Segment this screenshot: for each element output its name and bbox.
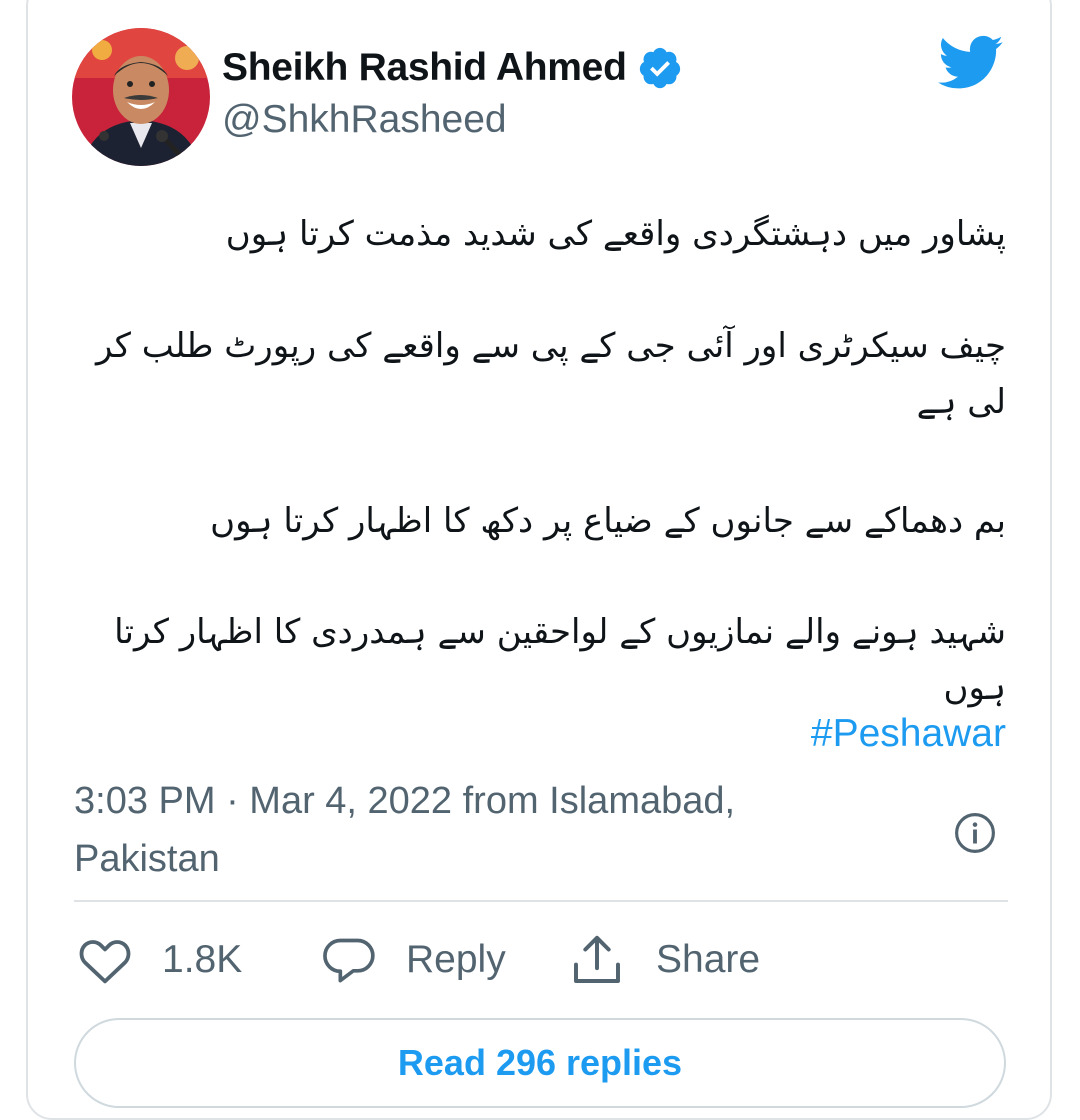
tweet-paragraph: پشاور میں دہشتگردی واقعے کی شدید مذمت کر… xyxy=(225,214,1006,254)
comment-icon xyxy=(323,938,375,983)
like-button[interactable]: 1.8K xyxy=(78,928,242,992)
info-icon[interactable] xyxy=(954,812,996,854)
share-icon xyxy=(574,935,620,983)
like-count: 1.8K xyxy=(162,938,243,981)
tweet-paragraph: شہید ہونے والے نمازیوں کے لواحقین سے ہمد… xyxy=(114,612,1006,708)
author-name[interactable]: Sheikh Rashid Ahmed xyxy=(222,46,627,90)
twitter-bird-icon xyxy=(938,35,1004,89)
verified-badge-icon xyxy=(639,47,680,89)
tweet-timestamp[interactable]: 3:03 PM · Mar 4, 2022 from Islamabad, Pa… xyxy=(74,772,854,888)
share-label: Share xyxy=(656,938,761,981)
reply-button[interactable]: Reply xyxy=(322,928,506,992)
reply-label: Reply xyxy=(406,938,506,981)
share-button[interactable]: Share xyxy=(568,928,760,992)
author-handle[interactable]: @ShkhRasheed xyxy=(222,98,507,142)
heart-icon xyxy=(79,940,131,984)
hashtag-link[interactable]: #Peshawar xyxy=(811,712,1006,756)
author-row: Sheikh Rashid Ahmed xyxy=(222,42,683,94)
read-replies-button[interactable]: Read 296 replies xyxy=(74,1018,1006,1108)
divider xyxy=(74,900,1008,902)
tweet-paragraph: چیف سیکرٹری اور آئی جی کے پی سے واقعے کی… xyxy=(96,326,1006,422)
avatar[interactable] xyxy=(72,28,210,166)
tweet-paragraph: بم دھماکے سے جانوں کے ضیاع پر دکھ کا اظہ… xyxy=(210,501,1006,541)
